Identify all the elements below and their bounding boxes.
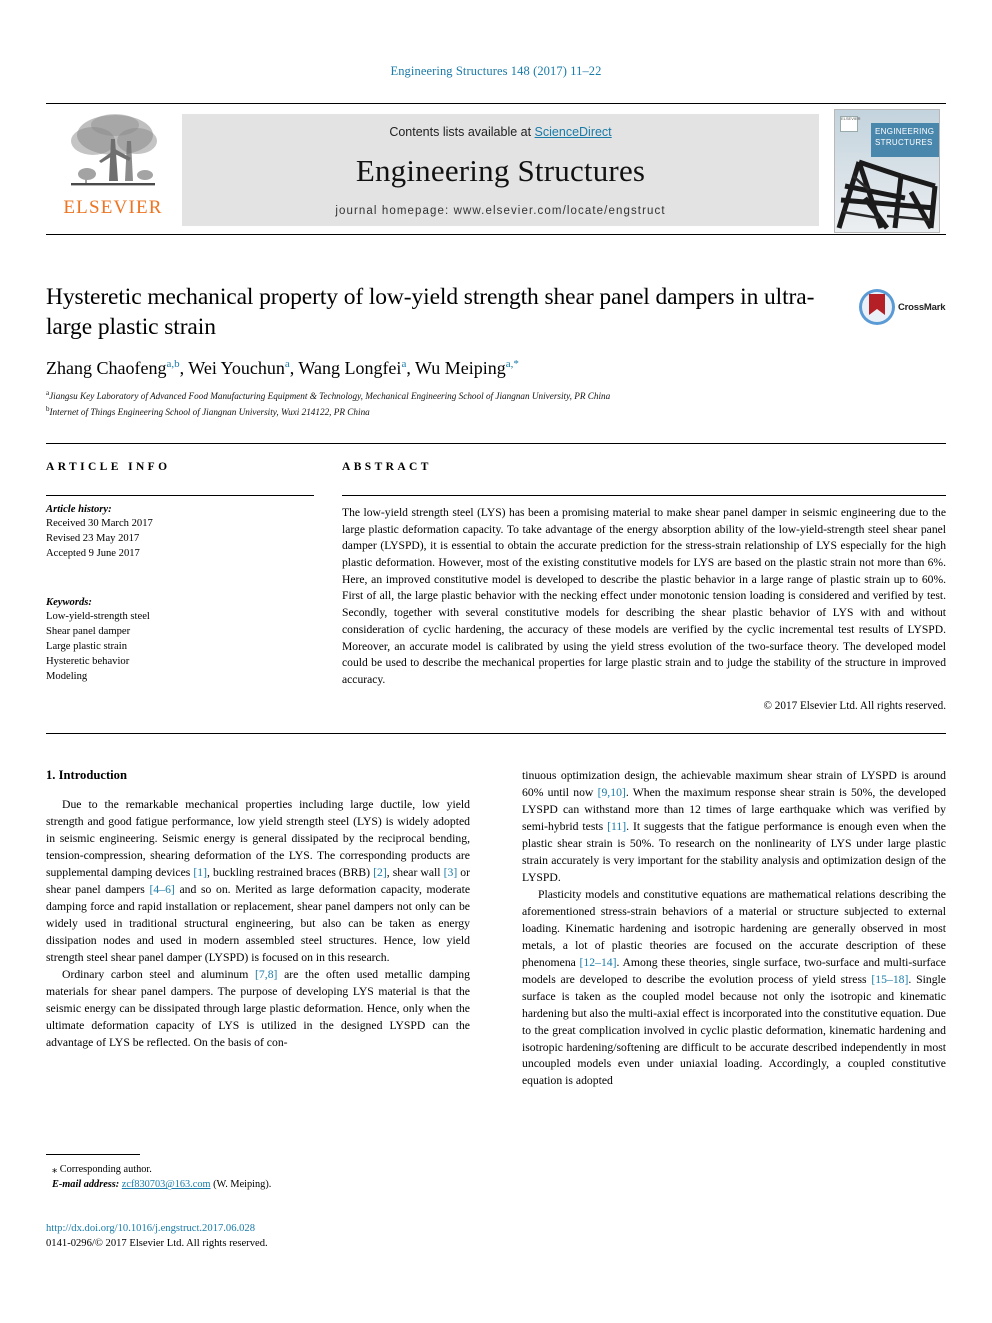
history-revised: Revised 23 May 2017	[46, 533, 140, 545]
section-heading-introduction: 1. Introduction	[46, 768, 127, 782]
article-page: Engineering Structures 148 (2017) 11–22	[0, 0, 992, 1323]
history-received: Received 30 March 2017	[46, 518, 153, 529]
sciencedirect-band: Contents lists available at ScienceDirec…	[182, 114, 819, 226]
abstract-column: ABSTRACT The low-yield strength steel (L…	[342, 461, 946, 712]
elsevier-wordmark: ELSEVIER	[63, 197, 163, 218]
title-block: Hysteretic mechanical property of low-yi…	[46, 282, 836, 420]
history-accepted: Accepted 9 June 2017	[46, 548, 140, 560]
issn-copyright: 0141-0296/© 2017 Elsevier Ltd. All right…	[46, 1237, 268, 1249]
journal-homepage-link[interactable]: journal homepage: www.elsevier.com/locat…	[182, 205, 819, 217]
body-column-left: 1. Introduction Due to the remarkable me…	[46, 768, 470, 1052]
affiliation-b: bInternet of Things Engineering School o…	[46, 404, 836, 420]
info-bottom-rule	[46, 733, 946, 734]
corresponding-author-footnote: ⁎ Corresponding author. E-mail address: …	[46, 1154, 470, 1193]
article-history-title: Article history:	[46, 504, 112, 515]
email-label: E-mail address:	[52, 1179, 120, 1191]
keyword-item: Modeling	[46, 671, 88, 683]
keywords-title: Keywords:	[46, 597, 92, 609]
masthead-top-rule	[46, 103, 946, 104]
abstract-heading: ABSTRACT	[342, 461, 432, 473]
crossmark-label: CrossMark	[898, 302, 946, 313]
corresponding-author-note: ⁎ Corresponding author.	[52, 1164, 152, 1175]
journal-cover-thumbnail: ELSEVIER ENGINEERING STRUCTURES	[834, 109, 940, 233]
abstract-rule	[342, 495, 946, 496]
keyword-item: Hysteretic behavior	[46, 656, 130, 668]
keyword-item: Low-yield-strength steel	[46, 611, 150, 623]
doi-link[interactable]: http://dx.doi.org/10.1016/j.engstruct.20…	[46, 1222, 546, 1237]
contents-available-line: Contents lists available at ScienceDirec…	[182, 114, 819, 139]
affiliation-a: aJiangsu Key Laboratory of Advanced Food…	[46, 388, 836, 404]
keyword-item: Shear panel damper	[46, 626, 131, 638]
abstract-copyright: © 2017 Elsevier Ltd. All rights reserved…	[763, 699, 947, 712]
journal-title: Engineering Structures	[355, 153, 646, 188]
affiliation-b-text: Internet of Things Engineering School of…	[49, 407, 370, 418]
elsevier-tree-icon	[71, 114, 157, 186]
body-column-right: tinuous optimization design, the achieva…	[522, 768, 946, 1090]
email-suffix: (W. Meiping).	[213, 1179, 272, 1191]
body-paragraph: tinuous optimization design, the achieva…	[522, 769, 946, 884]
affiliation-a-text: Jiangsu Key Laboratory of Advanced Food …	[49, 391, 611, 402]
cover-title-line2: STRUCTURES	[875, 137, 933, 147]
page-title: Hysteretic mechanical property of low-yi…	[46, 284, 815, 341]
email-note: E-mail address: zcf830703@163.com (W. Me…	[46, 1177, 470, 1192]
body-paragraph: Ordinary carbon steel and aluminum [7,8]…	[46, 967, 470, 1049]
contents-prefix: Contents lists available at	[389, 125, 535, 139]
journal-masthead: ELSEVIER Contents lists available at Sci…	[46, 103, 946, 236]
sciencedirect-link[interactable]: ScienceDirect	[535, 125, 612, 139]
article-info-column: ARTICLE INFO Article history: Received 3…	[46, 461, 314, 684]
cover-title-box: ENGINEERING STRUCTURES	[871, 123, 939, 157]
author-list: Zhang Chaofenga,b, Wei Youchuna, Wang Lo…	[46, 358, 519, 379]
cover-title-line1: ENGINEERING	[875, 127, 935, 136]
crossmark-badge[interactable]: CrossMark	[858, 288, 946, 330]
body-paragraph: Due to the remarkable mechanical propert…	[46, 798, 471, 964]
elsevier-logo: ELSEVIER	[54, 111, 172, 229]
cover-publisher-mark: ELSEVIER	[840, 116, 861, 132]
masthead-bottom-rule	[46, 234, 946, 235]
abstract-text: The low-yield strength steel (LYS) has b…	[342, 506, 946, 686]
footnote-rule	[46, 1154, 140, 1155]
keywords-block: Keywords: Low-yield-strength steel Shear…	[46, 597, 314, 684]
email-link[interactable]: zcf830703@163.com	[122, 1179, 211, 1190]
running-head: Engineering Structures 148 (2017) 11–22	[390, 64, 602, 78]
affiliation-list: aJiangsu Key Laboratory of Advanced Food…	[46, 388, 836, 420]
body-paragraph: Plasticity models and constitutive equat…	[522, 887, 946, 1088]
crossmark-icon	[859, 289, 895, 325]
page-footer: http://dx.doi.org/10.1016/j.engstruct.20…	[46, 1222, 546, 1252]
info-top-rule	[46, 443, 946, 444]
article-info-rule	[46, 495, 314, 496]
keyword-item: Large plastic strain	[46, 641, 127, 653]
article-info-heading: ARTICLE INFO	[46, 461, 171, 473]
